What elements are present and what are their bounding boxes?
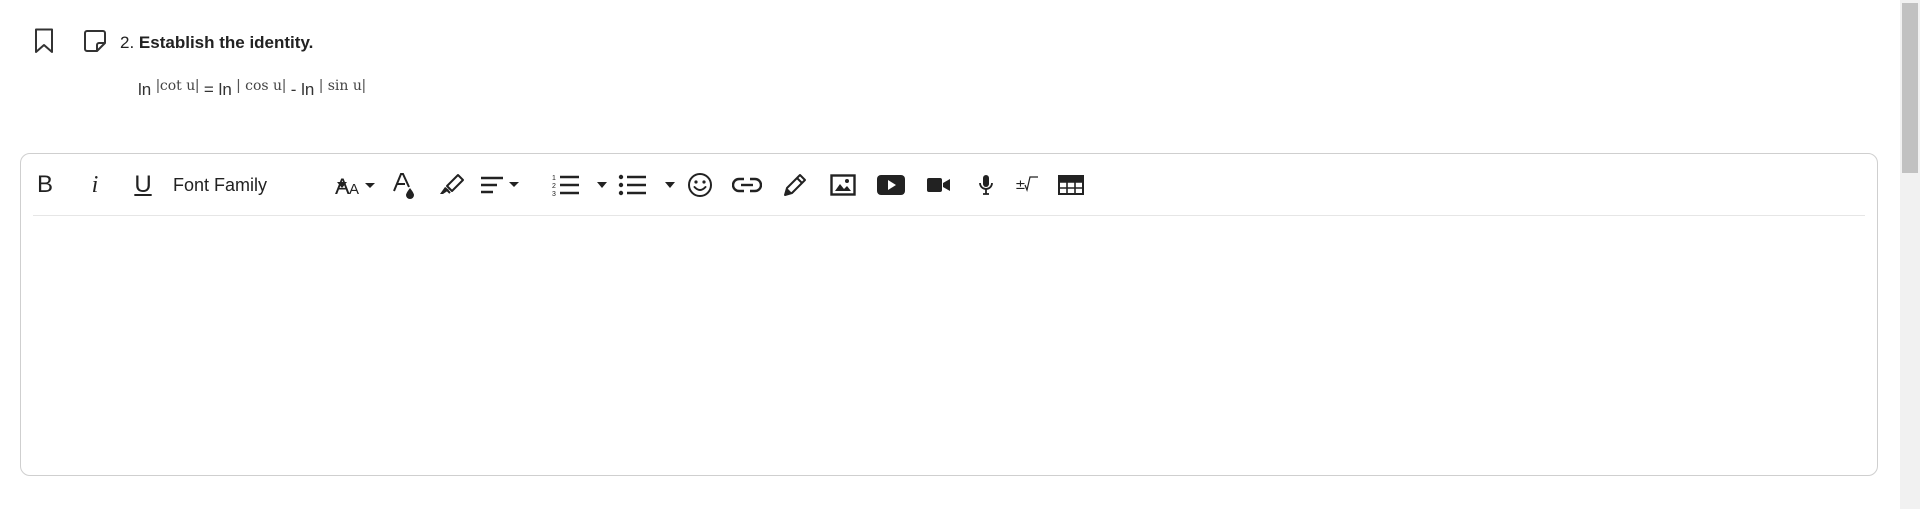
- question-title: 2. Establish the identity.: [120, 33, 313, 53]
- abs-bar: |: [361, 77, 366, 94]
- bold-icon: B: [36, 171, 53, 198]
- font-family-label: Font Family: [173, 174, 268, 195]
- svg-text:2: 2: [552, 183, 556, 190]
- editor-content-area[interactable]: [35, 224, 1863, 465]
- align-icon: [481, 176, 519, 194]
- video-icon: [877, 175, 905, 195]
- table-icon: [1058, 175, 1084, 195]
- text-color-button[interactable]: [389, 167, 419, 203]
- identity-expression: ln |cot u| = ln | cos u| - ln | sin u|: [138, 77, 366, 100]
- identity-ln-1: ln: [138, 80, 152, 99]
- record-video-button[interactable]: [925, 167, 953, 203]
- bookmark-icon: [35, 28, 53, 53]
- ordered-list-icon: 1 2 3: [552, 175, 579, 197]
- note-icon: [84, 30, 106, 52]
- underline-button[interactable]: U: [129, 167, 157, 203]
- abs-bar: |: [236, 77, 241, 94]
- underline-icon: U: [134, 171, 152, 198]
- abs-bar: |: [195, 77, 200, 94]
- text-color-icon: [393, 173, 414, 199]
- chevron-down-icon: [665, 182, 675, 188]
- svg-text:A: A: [349, 181, 359, 198]
- ordered-list-button[interactable]: 1 2 3: [551, 167, 581, 203]
- identity-arg-cot: cot u: [159, 78, 196, 94]
- camera-icon: [927, 178, 950, 192]
- highlight-button[interactable]: [437, 167, 467, 203]
- answer-editor: B i U Font Family A A 1 2 3 ±: [20, 153, 1878, 476]
- abs-bar: |: [319, 77, 323, 94]
- draw-button[interactable]: [781, 167, 809, 203]
- microphone-icon: [979, 175, 993, 195]
- note-button[interactable]: [80, 26, 110, 56]
- font-size-icon: A A: [335, 174, 375, 198]
- font-size-button[interactable]: A A: [335, 167, 377, 203]
- unordered-list-dropdown[interactable]: [663, 167, 677, 203]
- bookmark-button[interactable]: [29, 26, 59, 56]
- question-text: Establish the identity.: [138, 33, 314, 52]
- unordered-list-button[interactable]: [618, 167, 648, 203]
- insert-video-button[interactable]: [876, 167, 906, 203]
- emoji-icon: [688, 173, 712, 197]
- record-audio-button[interactable]: [975, 167, 997, 203]
- identity-minus-ln: - ln: [290, 80, 315, 99]
- link-button[interactable]: [731, 167, 763, 203]
- math-equation-button[interactable]: ±: [1015, 167, 1039, 203]
- image-icon: [830, 174, 856, 196]
- identity-eq-ln: = ln: [203, 80, 232, 99]
- editor-toolbar: B i U Font Family A A 1 2 3 ±: [21, 154, 1877, 216]
- toolbar-divider: [33, 215, 1865, 216]
- abs-bar: |: [282, 77, 286, 94]
- svg-text:3: 3: [552, 191, 556, 197]
- insert-image-button[interactable]: [829, 167, 857, 203]
- chevron-down-icon: [597, 182, 607, 188]
- font-family-select[interactable]: Font Family: [173, 167, 353, 203]
- page-scrollbar[interactable]: [1900, 0, 1920, 509]
- scrollbar-thumb[interactable]: [1902, 3, 1918, 173]
- italic-button[interactable]: i: [81, 167, 109, 203]
- ordered-list-dropdown[interactable]: [595, 167, 609, 203]
- insert-table-button[interactable]: [1057, 167, 1085, 203]
- align-button[interactable]: [479, 167, 523, 203]
- italic-icon: i: [91, 171, 99, 198]
- pencil-icon: [784, 174, 806, 196]
- svg-text:1: 1: [552, 175, 556, 182]
- identity-arg-sin: sin u: [327, 78, 362, 94]
- question-number: 2.: [120, 33, 135, 52]
- highlight-icon: [440, 174, 464, 194]
- emoji-button[interactable]: [685, 167, 715, 203]
- identity-arg-cos: cos u: [245, 78, 283, 94]
- link-icon: [732, 177, 762, 193]
- unordered-list-icon: [618, 174, 646, 196]
- svg-text:±: ±: [1015, 178, 1026, 193]
- svg-text:A: A: [335, 174, 350, 198]
- bold-button[interactable]: B: [31, 167, 59, 203]
- math-icon: ±: [1015, 176, 1038, 193]
